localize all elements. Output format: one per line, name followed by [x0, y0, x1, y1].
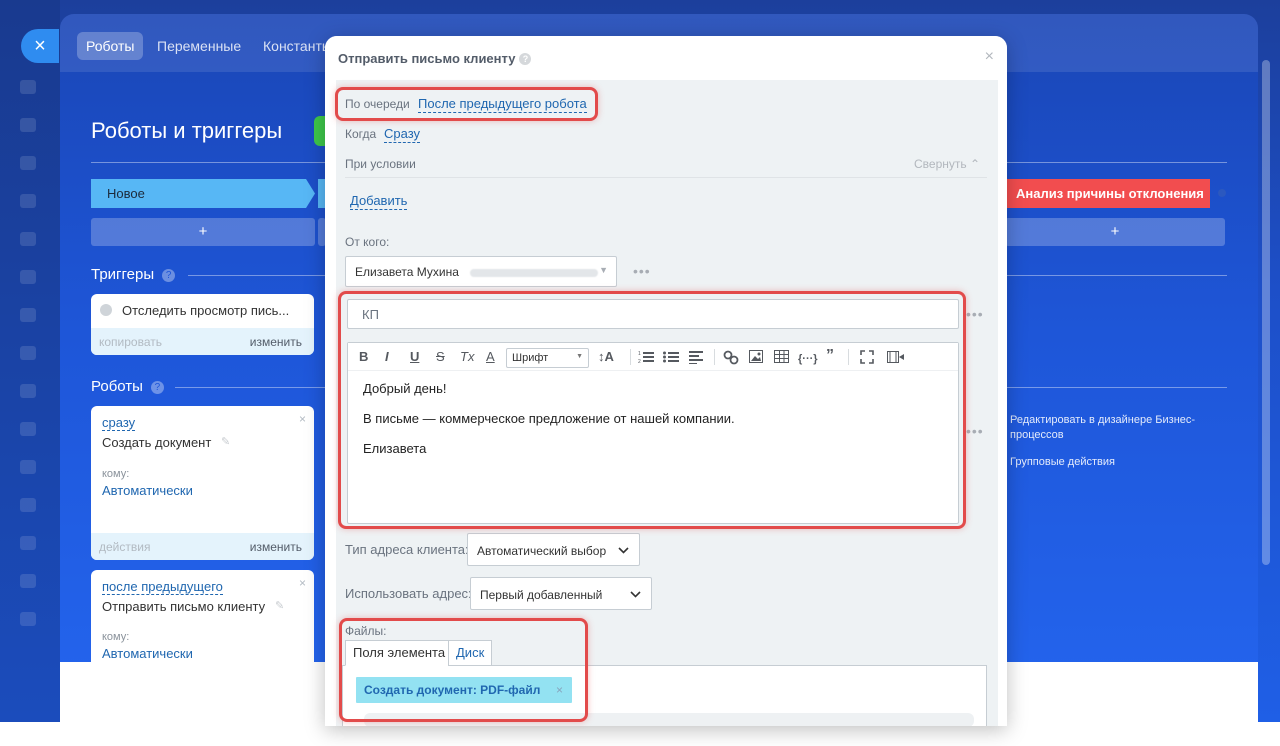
- sender-select[interactable]: Елизавета Мухина ▼: [345, 256, 617, 287]
- trigger-name: Отследить просмотр пись...: [122, 303, 290, 318]
- address-type-select[interactable]: Автоматический выбор: [467, 533, 640, 566]
- menu-item-icon[interactable]: [20, 346, 36, 360]
- robot-when-link[interactable]: после предыдущего: [102, 579, 223, 595]
- robot-name: Создать документ: [102, 435, 212, 450]
- add-button[interactable]: +: [91, 218, 315, 246]
- more-icon[interactable]: •••: [966, 423, 984, 439]
- triggers-title: Триггеры: [91, 266, 155, 283]
- card-footer: копировать изменить: [91, 328, 314, 355]
- highlight-order: [335, 87, 598, 121]
- divider: [1005, 275, 1227, 276]
- dialog-title: Отправить письмо клиенту: [338, 51, 516, 66]
- actions-link[interactable]: действия: [99, 540, 150, 554]
- copy-link[interactable]: копировать: [99, 335, 162, 349]
- stage-settings-icon[interactable]: [1218, 189, 1226, 197]
- collapse-label: Свернуть: [914, 157, 967, 171]
- chevron-down-icon: ▼: [599, 265, 608, 275]
- dialog-margin: [998, 80, 1007, 726]
- add-button[interactable]: +: [1005, 218, 1225, 246]
- menu-item-icon[interactable]: [20, 118, 36, 132]
- card-footer: действия изменить: [91, 533, 314, 560]
- page-title: Роботы и триггеры: [91, 118, 283, 143]
- menu-item-icon[interactable]: [20, 308, 36, 322]
- chevron-down-icon: [618, 547, 629, 554]
- robots-heading: Роботы?: [91, 378, 164, 395]
- group-actions-link[interactable]: Групповые действия: [1010, 455, 1210, 470]
- chevron-up-icon: ⌃: [969, 157, 981, 171]
- chevron-down-icon: [630, 591, 641, 598]
- more-icon[interactable]: •••: [633, 263, 651, 279]
- collapse-link[interactable]: Свернуть ⌃: [914, 157, 980, 171]
- use-address-value: Первый добавленный: [480, 588, 603, 602]
- menu-item-icon[interactable]: [20, 156, 36, 170]
- robot-name: Отправить письмо клиенту: [102, 599, 266, 614]
- menu-item-icon[interactable]: [20, 574, 36, 588]
- highlight-files: [339, 618, 588, 722]
- divider: [175, 387, 326, 388]
- divider: [345, 177, 987, 178]
- tab-robots[interactable]: Роботы: [77, 32, 144, 60]
- left-menu-strip: [0, 0, 60, 722]
- robot-when-link[interactable]: сразу: [102, 415, 136, 431]
- address-type-label: Тип адреса клиента:: [345, 542, 469, 557]
- help-icon[interactable]: ?: [150, 381, 164, 394]
- robot-to-value[interactable]: Автоматически: [102, 646, 193, 661]
- when-label: Когда: [345, 127, 377, 141]
- trigger-icon: [100, 304, 112, 316]
- pencil-icon[interactable]: ✎: [221, 435, 230, 448]
- pencil-icon[interactable]: ✎: [275, 599, 284, 612]
- robot-to-label: кому:: [102, 468, 130, 480]
- menu-item-icon[interactable]: [20, 612, 36, 626]
- more-icon[interactable]: •••: [966, 306, 984, 322]
- menu-item-icon[interactable]: [20, 194, 36, 208]
- use-address-label: Использовать адрес:: [345, 586, 472, 601]
- dialog-header: Отправить письмо клиенту? ×: [325, 36, 1007, 80]
- when-link[interactable]: Сразу: [384, 126, 421, 143]
- dialog-margin: [325, 80, 336, 726]
- robot-to-label: кому:: [102, 631, 130, 643]
- robot-to-value[interactable]: Автоматически: [102, 483, 193, 498]
- help-icon[interactable]: ?: [519, 53, 532, 65]
- menu-item-icon[interactable]: [20, 80, 36, 94]
- address-type-value: Автоматический выбор: [477, 544, 607, 558]
- stage-rejection-analysis[interactable]: Анализ причины отклонения: [1005, 179, 1210, 208]
- edit-in-designer-link[interactable]: Редактировать в дизайнере Бизнес-процесс…: [1010, 413, 1210, 443]
- menu-item-icon[interactable]: [20, 536, 36, 550]
- sender-email-blurred: [470, 268, 599, 277]
- edit-link[interactable]: изменить: [250, 335, 302, 349]
- triggers-heading: Триггеры?: [91, 266, 176, 283]
- close-icon[interactable]: ×: [299, 412, 306, 426]
- highlight-message: [338, 291, 966, 529]
- help-icon[interactable]: ?: [162, 269, 176, 282]
- trigger-card[interactable]: Отследить просмотр пись... копировать из…: [91, 294, 314, 355]
- robots-title: Роботы: [91, 378, 143, 395]
- menu-item-icon[interactable]: [20, 270, 36, 284]
- menu-item-icon[interactable]: [20, 498, 36, 512]
- divider: [188, 275, 326, 276]
- robot-card[interactable]: × сразу Создать документ ✎ кому: Автомат…: [91, 406, 314, 560]
- divider: [1005, 387, 1227, 388]
- tab-variables[interactable]: Переменные: [148, 32, 250, 60]
- stage-new[interactable]: Новое: [91, 179, 315, 208]
- close-icon[interactable]: ×: [299, 576, 306, 590]
- use-address-select[interactable]: Первый добавленный: [470, 577, 652, 610]
- condition-label: При условии: [345, 157, 416, 171]
- add-condition-link[interactable]: Добавить: [350, 193, 408, 210]
- menu-item-icon[interactable]: [20, 422, 36, 436]
- close-icon[interactable]: ×: [21, 29, 59, 63]
- from-label: От кого:: [345, 235, 390, 249]
- menu-item-icon[interactable]: [20, 232, 36, 246]
- dialog-title-wrap: Отправить письмо клиенту?: [338, 51, 532, 66]
- sender-name: Елизавета Мухина: [355, 265, 459, 279]
- close-icon[interactable]: ×: [985, 48, 994, 66]
- edit-link[interactable]: изменить: [250, 540, 302, 554]
- menu-item-icon[interactable]: [20, 384, 36, 398]
- page-scrollbar[interactable]: [1262, 60, 1270, 565]
- menu-item-icon[interactable]: [20, 460, 36, 474]
